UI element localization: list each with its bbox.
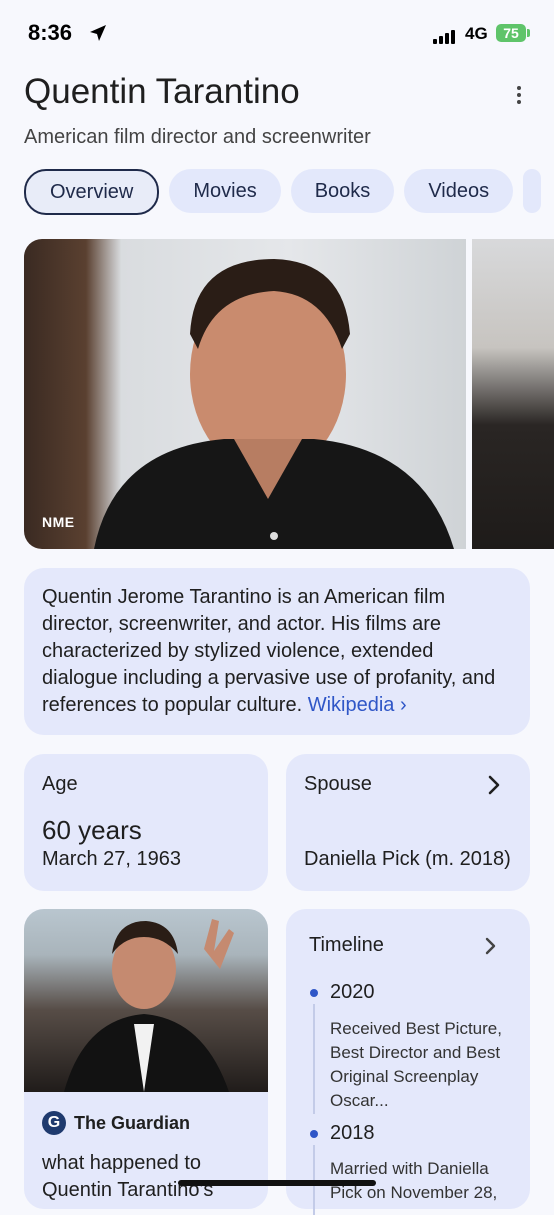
photo-source-label: NME xyxy=(42,514,75,530)
timeline-event-text: Received Best Picture, Best Director and… xyxy=(330,1019,502,1110)
tab-overview[interactable]: Overview xyxy=(24,169,160,215)
battery-tip xyxy=(527,29,530,37)
guardian-logo-icon: G xyxy=(42,1111,66,1135)
timeline-year: 2020 xyxy=(330,981,375,1003)
secondary-photo[interactable] xyxy=(472,239,554,549)
spouse-label: Spouse xyxy=(304,773,372,795)
signal-icon xyxy=(433,26,457,44)
timeline-year: 2018 xyxy=(330,1122,375,1144)
portrait-illustration xyxy=(94,259,454,549)
news-photo xyxy=(24,909,268,1092)
tab-bar: Overview Movies Books Videos xyxy=(24,169,551,217)
main-photo[interactable] xyxy=(24,239,466,549)
news-source: The Guardian xyxy=(74,1113,191,1133)
timeline-connector xyxy=(313,1004,315,1114)
battery-icon: 75 xyxy=(496,24,526,42)
birth-date: March 27, 1963 xyxy=(42,848,181,870)
description-body: Quentin Jerome Tarantino is an American … xyxy=(42,586,496,716)
timeline-title: Timeline xyxy=(309,934,384,956)
status-time: 8:36 xyxy=(28,20,73,45)
age-value: 60 years xyxy=(42,815,142,845)
chevron-right-icon xyxy=(485,937,496,955)
news-headline[interactable]: what happened to Quentin Tarantino's xyxy=(42,1150,252,1204)
location-arrow-icon xyxy=(90,25,106,41)
page-subtitle: American film director and screenwriter xyxy=(24,126,371,148)
chevron-right-icon xyxy=(488,775,500,795)
more-vert-icon[interactable] xyxy=(508,84,530,110)
spouse-value: Daniella Pick (m. 2018) xyxy=(304,848,511,870)
tab-books[interactable]: Books xyxy=(290,169,395,213)
tab-movies[interactable]: Movies xyxy=(169,169,281,213)
page-title: Quentin Tarantino xyxy=(24,72,300,111)
timeline-dot xyxy=(310,989,318,997)
description-text: Quentin Jerome Tarantino is an American … xyxy=(42,584,512,719)
wikipedia-link[interactable]: Wikipedia › xyxy=(308,694,407,716)
tab-videos[interactable]: Videos xyxy=(404,169,514,213)
timeline-dot xyxy=(310,1130,318,1138)
home-indicator[interactable] xyxy=(178,1180,376,1186)
news-photo-illustration xyxy=(64,919,234,1092)
age-label: Age xyxy=(42,773,78,795)
tab-next-partial[interactable] xyxy=(523,169,542,213)
network-type: 4G xyxy=(465,24,488,43)
